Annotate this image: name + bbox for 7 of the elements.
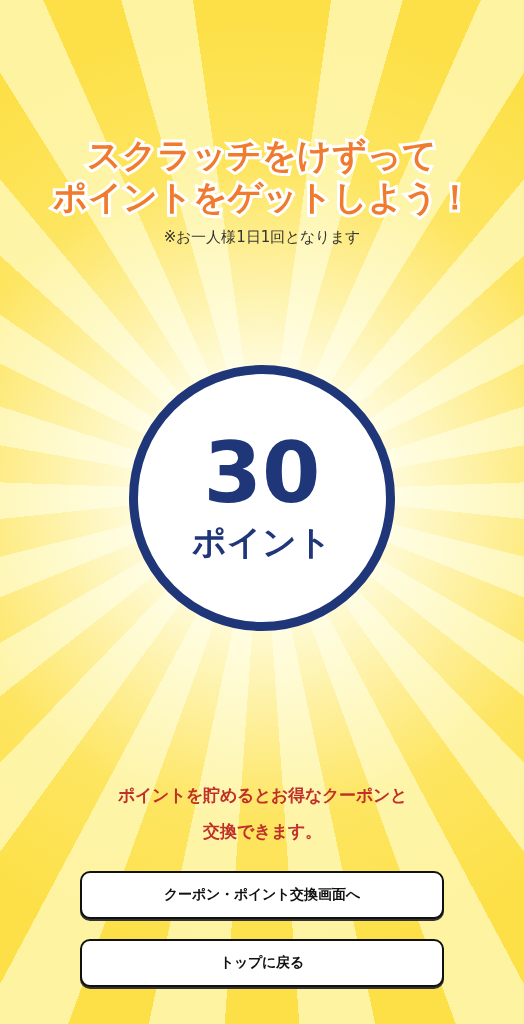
points-value: 30 [203,430,321,515]
points-unit: ポイント [192,524,332,559]
nav-button[interactable]: クーポン・ポイント交換画面へ [80,870,444,919]
info-text: ポイントを貯めるとお得なクーポンと [117,783,407,807]
nav-button[interactable]: トップに戻る [80,938,444,987]
notice-text: ※お一人様1日1回となります [163,227,361,248]
info-text: 交換できます。 [202,819,322,843]
